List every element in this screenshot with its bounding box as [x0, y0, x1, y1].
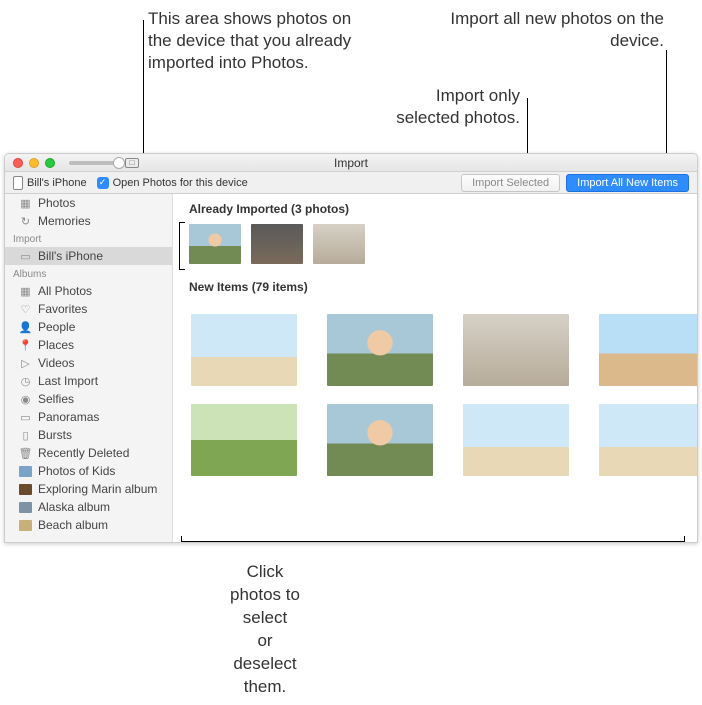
open-photos-checkbox[interactable]: ✓	[97, 177, 109, 189]
sidebar-item-label: Selfies	[38, 392, 74, 406]
clock-icon: ◷	[19, 375, 32, 388]
sidebar-item-label: Alaska album	[38, 500, 110, 514]
already-imported-thumb[interactable]	[251, 224, 303, 264]
window-title: Import	[5, 156, 697, 170]
sidebar-item-label: Bursts	[38, 428, 72, 442]
import-selected-button[interactable]: Import Selected	[461, 174, 560, 192]
sidebar-item-label: Bill's iPhone	[38, 249, 103, 263]
sidebar-item-recently-deleted[interactable]: 🗑 Recently Deleted	[5, 444, 172, 462]
trash-icon: 🗑	[19, 447, 32, 460]
camera-icon: ◉	[19, 393, 32, 406]
sidebar-item-last-import[interactable]: ◷ Last Import	[5, 372, 172, 390]
video-icon: ▷	[19, 357, 32, 370]
open-photos-label: Open Photos for this device	[113, 177, 248, 189]
memories-icon: ↻	[19, 215, 32, 228]
sidebar-item-label: Videos	[38, 356, 74, 370]
sidebar-item-label: Exploring Marin album	[38, 482, 157, 496]
import-all-button[interactable]: Import All New Items	[566, 174, 689, 192]
grid-icon: ▦	[19, 285, 32, 298]
sidebar-item-memories[interactable]: ↻ Memories	[5, 212, 172, 230]
toolbar-device-name: Bill's iPhone	[27, 177, 87, 189]
swatch-icon	[19, 519, 32, 532]
annotation-layer: This area shows photos on the device tha…	[0, 0, 702, 153]
import-main-area: Already Imported (3 photos) New Items (7…	[173, 194, 697, 542]
new-item-thumb[interactable]	[463, 314, 569, 386]
sidebar-item-label: Photos of Kids	[38, 464, 115, 478]
already-imported-thumb[interactable]	[189, 224, 241, 264]
callout-already-imported: This area shows photos on the device tha…	[148, 8, 358, 74]
sidebar-item-label: Photos	[38, 196, 75, 210]
sidebar-item-places[interactable]: 📍 Places	[5, 336, 172, 354]
sidebar-item-label: Panoramas	[38, 410, 99, 424]
sidebar-item-bill-s-iphone[interactable]: ▭ Bill's iPhone	[5, 247, 172, 265]
sidebar-item-all-photos[interactable]: ▦ All Photos	[5, 282, 172, 300]
import-toolbar: Bill's iPhone ✓ Open Photos for this dev…	[5, 172, 697, 194]
new-item-thumb[interactable]	[599, 314, 697, 386]
already-imported-thumb[interactable]	[313, 224, 365, 264]
sidebar-item-label: Recently Deleted	[38, 446, 129, 460]
bracket-already	[179, 222, 185, 270]
callout-line	[666, 50, 667, 165]
already-imported-header: Already Imported (3 photos)	[173, 194, 697, 222]
device-icon: ▭	[19, 250, 32, 263]
swatch-icon	[19, 501, 32, 514]
photos-icon: ▦	[19, 197, 32, 210]
new-item-thumb[interactable]	[191, 314, 297, 386]
person-icon: 👤	[19, 321, 32, 334]
sidebar: ▦ Photos ↻ Memories Import ▭ Bill's iPhone A…	[5, 194, 173, 542]
sidebar-item-label: Memories	[38, 214, 91, 228]
window-titlebar: □ Import	[5, 154, 697, 172]
sidebar-item-label: Last Import	[38, 374, 98, 388]
sidebar-item-label: People	[38, 320, 75, 334]
sidebar-item-videos[interactable]: ▷ Videos	[5, 354, 172, 372]
swatch-icon	[19, 483, 32, 496]
device-icon	[13, 176, 23, 190]
new-item-thumb[interactable]	[463, 404, 569, 476]
burst-icon: ▯	[19, 429, 32, 442]
sidebar-item-selfies[interactable]: ◉ Selfies	[5, 390, 172, 408]
sidebar-item-bursts[interactable]: ▯ Bursts	[5, 426, 172, 444]
sidebar-item-alaska-album[interactable]: Alaska album	[5, 498, 172, 516]
callout-import-selected: Import only selected photos.	[370, 85, 520, 129]
sidebar-item-people[interactable]: 👤 People	[5, 318, 172, 336]
sidebar-item-favorites[interactable]: ♡ Favorites	[5, 300, 172, 318]
callout-import-all: Import all new photos on the device.	[404, 8, 664, 52]
heart-icon: ♡	[19, 303, 32, 316]
sidebar-item-label: Beach album	[38, 518, 108, 532]
pano-icon: ▭	[19, 411, 32, 424]
sidebar-item-label: All Photos	[38, 284, 92, 298]
sidebar-section-albums: Albums	[5, 265, 172, 282]
photos-import-window: □ Import Bill's iPhone ✓ Open Photos for…	[4, 153, 698, 543]
new-items-header: New Items (79 items)	[173, 272, 697, 300]
new-items-grid	[173, 300, 697, 476]
new-item-thumb[interactable]	[327, 314, 433, 386]
already-imported-row	[173, 222, 697, 272]
sidebar-item-beach-album[interactable]: Beach album	[5, 516, 172, 534]
new-item-thumb[interactable]	[327, 404, 433, 476]
sidebar-item-photos[interactable]: ▦ Photos	[5, 194, 172, 212]
sidebar-section-import: Import	[5, 230, 172, 247]
swatch-icon	[19, 465, 32, 478]
sidebar-item-label: Places	[38, 338, 74, 352]
bracket-new	[181, 536, 685, 542]
sidebar-item-exploring-marin-album[interactable]: Exploring Marin album	[5, 480, 172, 498]
sidebar-item-photos-of-kids[interactable]: Photos of Kids	[5, 462, 172, 480]
pin-icon: 📍	[19, 339, 32, 352]
new-item-thumb[interactable]	[599, 404, 697, 476]
callout-select-photos: Click photos to select or deselect them.	[0, 543, 300, 705]
sidebar-item-panoramas[interactable]: ▭ Panoramas	[5, 408, 172, 426]
new-item-thumb[interactable]	[191, 404, 297, 476]
sidebar-item-label: Favorites	[38, 302, 87, 316]
